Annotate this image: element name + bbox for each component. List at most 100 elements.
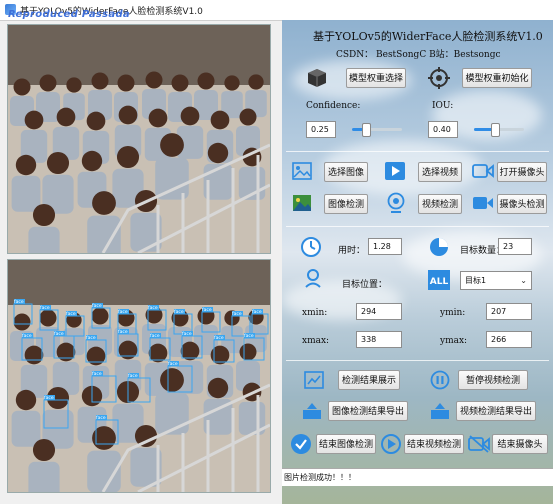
chart-display-icon [304, 371, 324, 389]
person-head [116, 145, 140, 169]
confidence-input[interactable]: 0.25 [306, 121, 336, 138]
detect-video-button[interactable]: 视频检测 [418, 194, 462, 214]
person-head [46, 151, 70, 175]
credit-line: CSDN： BestSongC B站：Bestsongc [336, 50, 501, 60]
export-icon [303, 403, 321, 419]
time-label: 用时： [338, 246, 366, 256]
person-head [15, 154, 37, 176]
end-video-button[interactable]: 结束视频检测 [404, 434, 464, 454]
face-box-label: face [202, 307, 212, 313]
cube-icon [308, 69, 326, 87]
person-head [32, 203, 56, 227]
export-image-button[interactable]: 图像检测结果导出 [328, 401, 408, 421]
pie-chart-icon [430, 238, 448, 256]
person-body [11, 410, 41, 447]
person-head [180, 106, 200, 126]
image-detect-icon [293, 195, 311, 211]
select-image-button[interactable]: 选择图像 [324, 162, 368, 182]
status-bar: 图片检测成功！！！ [282, 468, 553, 486]
person-body [28, 461, 60, 492]
face-box-label: face [168, 361, 178, 367]
open-camera-button[interactable]: 打开摄像头 [497, 162, 547, 182]
detection-photo: face face face face face face face face face face… [8, 260, 270, 492]
person-head [117, 74, 135, 92]
export-video-icon [431, 403, 449, 419]
face-box-label: face [174, 309, 184, 315]
face-box-label: face [44, 395, 54, 401]
ymin-label: ymin: [440, 308, 466, 318]
person-head [86, 111, 106, 131]
face-box-label: face [40, 305, 50, 311]
person-body [11, 175, 41, 212]
detect-image-button[interactable]: 图像检测 [324, 194, 368, 214]
confidence-slider-handle[interactable] [361, 123, 371, 137]
person-head [91, 72, 109, 90]
ymin-output: 207 [486, 303, 532, 320]
model-init-button[interactable]: 模型权重初始化 [462, 68, 532, 88]
person-head [39, 74, 57, 92]
video-icon [385, 162, 405, 180]
person-head [197, 72, 215, 90]
all-icon: ALL [428, 270, 450, 290]
app-window: 基于YOLOv5的WiderFace人脸检测系统V1.0 Reproduced … [0, 0, 553, 504]
face-box-label: face [92, 303, 102, 309]
person-head [118, 105, 138, 125]
face-box-label: face [86, 335, 96, 341]
face-box-label: face [118, 329, 128, 335]
person-head [239, 343, 257, 361]
face-box-label: face [182, 331, 192, 337]
person-head [148, 108, 168, 128]
count-output: 23 [498, 238, 532, 255]
watermark: Reproduced Passada [8, 9, 130, 20]
person-head [39, 309, 57, 327]
face-box-label: face [232, 311, 242, 317]
face-box-label: face [14, 299, 24, 305]
xmin-label: xmin: [302, 308, 328, 318]
original-image-view [7, 24, 271, 254]
person-head [160, 368, 184, 392]
svg-text:ALL: ALL [430, 277, 449, 287]
person-head [24, 345, 44, 365]
person-head [91, 307, 109, 325]
face-box-label: face [150, 333, 160, 339]
person-head [86, 346, 106, 366]
person-body [87, 215, 121, 253]
camera-icon [472, 164, 494, 178]
confidence-slider[interactable] [352, 123, 402, 137]
person-head [207, 142, 229, 164]
export-video-button[interactable]: 视频检测结果导出 [456, 401, 536, 421]
time-output: 1.28 [368, 238, 402, 255]
iou-input[interactable]: 0.40 [428, 121, 458, 138]
chevron-down-icon: ⌄ [520, 276, 527, 285]
xmin-output: 294 [356, 303, 402, 320]
iou-label: IOU: [432, 101, 454, 111]
person-body [28, 226, 60, 253]
person-head [160, 133, 184, 157]
person-head [32, 438, 56, 462]
face-box-label: face [54, 331, 64, 337]
person-head [13, 313, 31, 331]
ymax-output: 266 [486, 331, 532, 348]
iou-slider-handle[interactable] [491, 123, 500, 137]
face-box-label: face [22, 333, 32, 339]
detect-camera-button[interactable]: 摄像头检测 [497, 194, 547, 214]
pause-icon [430, 370, 450, 390]
stop-icon [381, 434, 401, 454]
target-select[interactable]: 目标1 ⌄ [460, 271, 532, 290]
person-head [15, 389, 37, 411]
person-head [210, 110, 230, 130]
show-result-button[interactable]: 检测结果展示 [338, 370, 400, 390]
select-video-button[interactable]: 选择视频 [418, 162, 462, 182]
camera-detect-icon [473, 197, 493, 209]
end-camera-button[interactable]: 结束摄像头 [492, 434, 548, 454]
divider [286, 151, 549, 152]
model-select-button[interactable]: 模型权重选择 [346, 68, 406, 88]
face-box-label: face [66, 311, 76, 317]
position-label: 目标位置： [342, 280, 388, 290]
ymax-label: ymax: [440, 336, 468, 346]
person-head [13, 78, 31, 96]
person-head [248, 74, 264, 90]
iou-slider[interactable] [474, 123, 524, 137]
pause-video-button[interactable]: 暂停视频检测 [458, 370, 528, 390]
end-image-button[interactable]: 结束图像检测 [316, 434, 376, 454]
